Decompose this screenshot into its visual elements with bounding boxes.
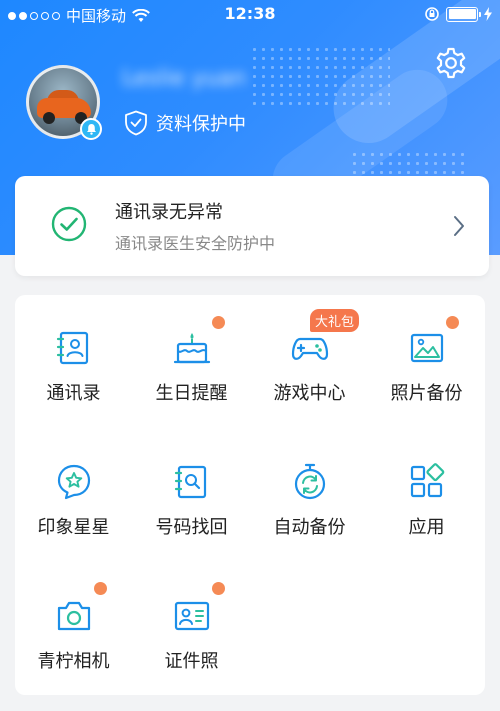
- tile-impression-stars[interactable]: 印象星星: [15, 429, 132, 563]
- tile-apps[interactable]: 应用: [368, 429, 485, 563]
- tile-birthday-reminder[interactable]: 生日提醒: [133, 295, 250, 429]
- camera-icon: [55, 597, 93, 635]
- tile-label: 自动备份: [273, 517, 346, 538]
- birthday-cake-icon: [173, 329, 211, 367]
- shield-check-icon: [125, 110, 147, 136]
- chevron-right-icon: [454, 216, 464, 236]
- tile-number-recovery[interactable]: 号码找回: [133, 429, 250, 563]
- auto-backup-icon: [291, 463, 329, 501]
- tile-label: 生日提醒: [155, 383, 228, 404]
- tile-lime-camera[interactable]: 青柠相机: [15, 563, 132, 697]
- orientation-lock-icon: [425, 7, 439, 21]
- tile-label: 号码找回: [155, 517, 228, 538]
- tile-label: 青柠相机: [37, 651, 110, 672]
- tile-auto-backup[interactable]: 自动备份: [251, 429, 368, 563]
- tile-contacts[interactable]: 通讯录: [15, 295, 132, 429]
- new-indicator-dot: [446, 316, 459, 329]
- card-title: 通讯录无异常: [115, 202, 223, 223]
- data-protection-status[interactable]: 资料保护中: [124, 110, 246, 136]
- decorative-dots: [250, 45, 390, 105]
- new-indicator-dot: [212, 316, 225, 329]
- notification-bell-icon: [80, 118, 102, 140]
- id-card-icon: [173, 597, 211, 635]
- tile-id-photo[interactable]: 证件照: [133, 563, 250, 697]
- tile-photo-backup[interactable]: 照片备份: [368, 295, 485, 429]
- protect-label: 资料保护中: [156, 114, 246, 135]
- new-indicator-dot: [212, 582, 225, 595]
- contacts-status-card[interactable]: 通讯录无异常 通讯录医生安全防护中: [15, 176, 489, 276]
- tile-label: 照片备份: [390, 383, 463, 404]
- star-chat-icon: [55, 463, 93, 501]
- number-search-icon: [173, 463, 211, 501]
- tile-label: 通讯录: [46, 383, 101, 404]
- contacts-icon: [55, 329, 93, 367]
- tile-label: 证件照: [164, 651, 219, 672]
- apps-icon: [408, 463, 446, 501]
- card-subtitle: 通讯录医生安全防护中: [115, 234, 276, 253]
- gift-pack-badge: 大礼包: [310, 309, 360, 332]
- settings-gear-icon[interactable]: [434, 46, 468, 80]
- gamepad-icon: [291, 329, 329, 367]
- username[interactable]: Leslie yuan: [122, 66, 262, 96]
- feature-grid: 通讯录 生日提醒 游戏中心 大礼包 照片备份 印象星星 号码找回 自动备份 应用…: [15, 295, 485, 695]
- status-bar: 中国移动 12:38: [0, 0, 500, 28]
- check-circle-icon: [51, 206, 87, 242]
- photo-icon: [408, 329, 446, 367]
- tile-label: 印象星星: [37, 517, 110, 538]
- new-indicator-dot: [94, 582, 107, 595]
- battery-icon: [446, 6, 481, 22]
- tile-label: 游戏中心: [273, 383, 346, 404]
- tile-label: 应用: [408, 517, 445, 538]
- charging-icon: [484, 7, 492, 21]
